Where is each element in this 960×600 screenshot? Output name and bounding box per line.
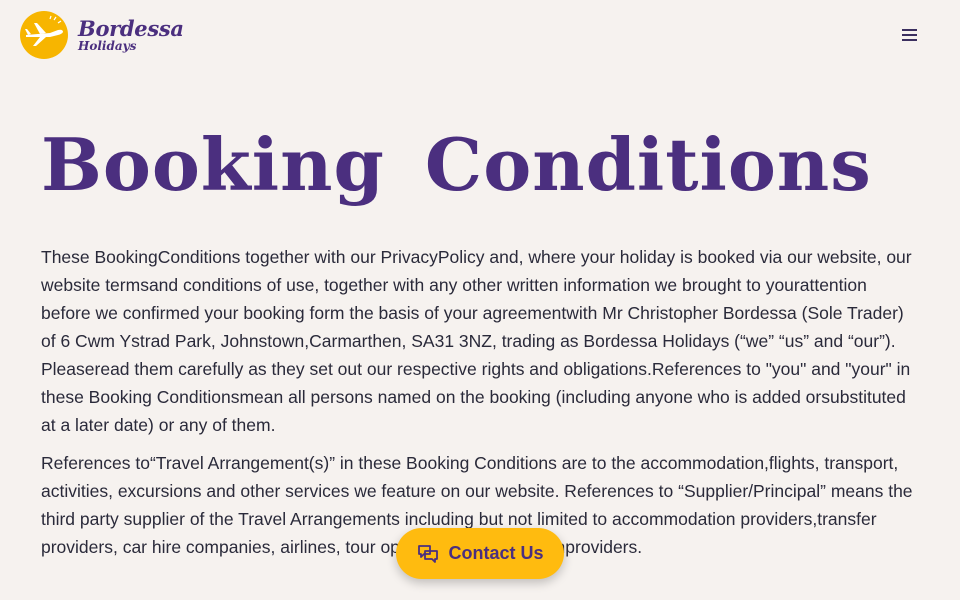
logo-name: Bordessa xyxy=(78,16,184,41)
site-header: Bordessa Holidays xyxy=(0,0,960,70)
airplane-sun-logo-icon xyxy=(20,11,68,59)
site-logo[interactable]: Bordessa Holidays xyxy=(20,11,184,59)
chat-bubbles-icon xyxy=(418,544,439,563)
contact-us-button[interactable]: Contact Us xyxy=(396,528,564,579)
booking-conditions-content: These BookingConditions together with ou… xyxy=(41,243,921,571)
contact-us-label: Contact Us xyxy=(448,543,544,563)
intro-paragraph: These BookingConditions together with ou… xyxy=(41,247,912,435)
page-title: Booking Conditions xyxy=(41,122,872,207)
hamburger-menu-icon[interactable] xyxy=(900,26,920,44)
logo-subtitle: Holidays xyxy=(78,39,137,53)
